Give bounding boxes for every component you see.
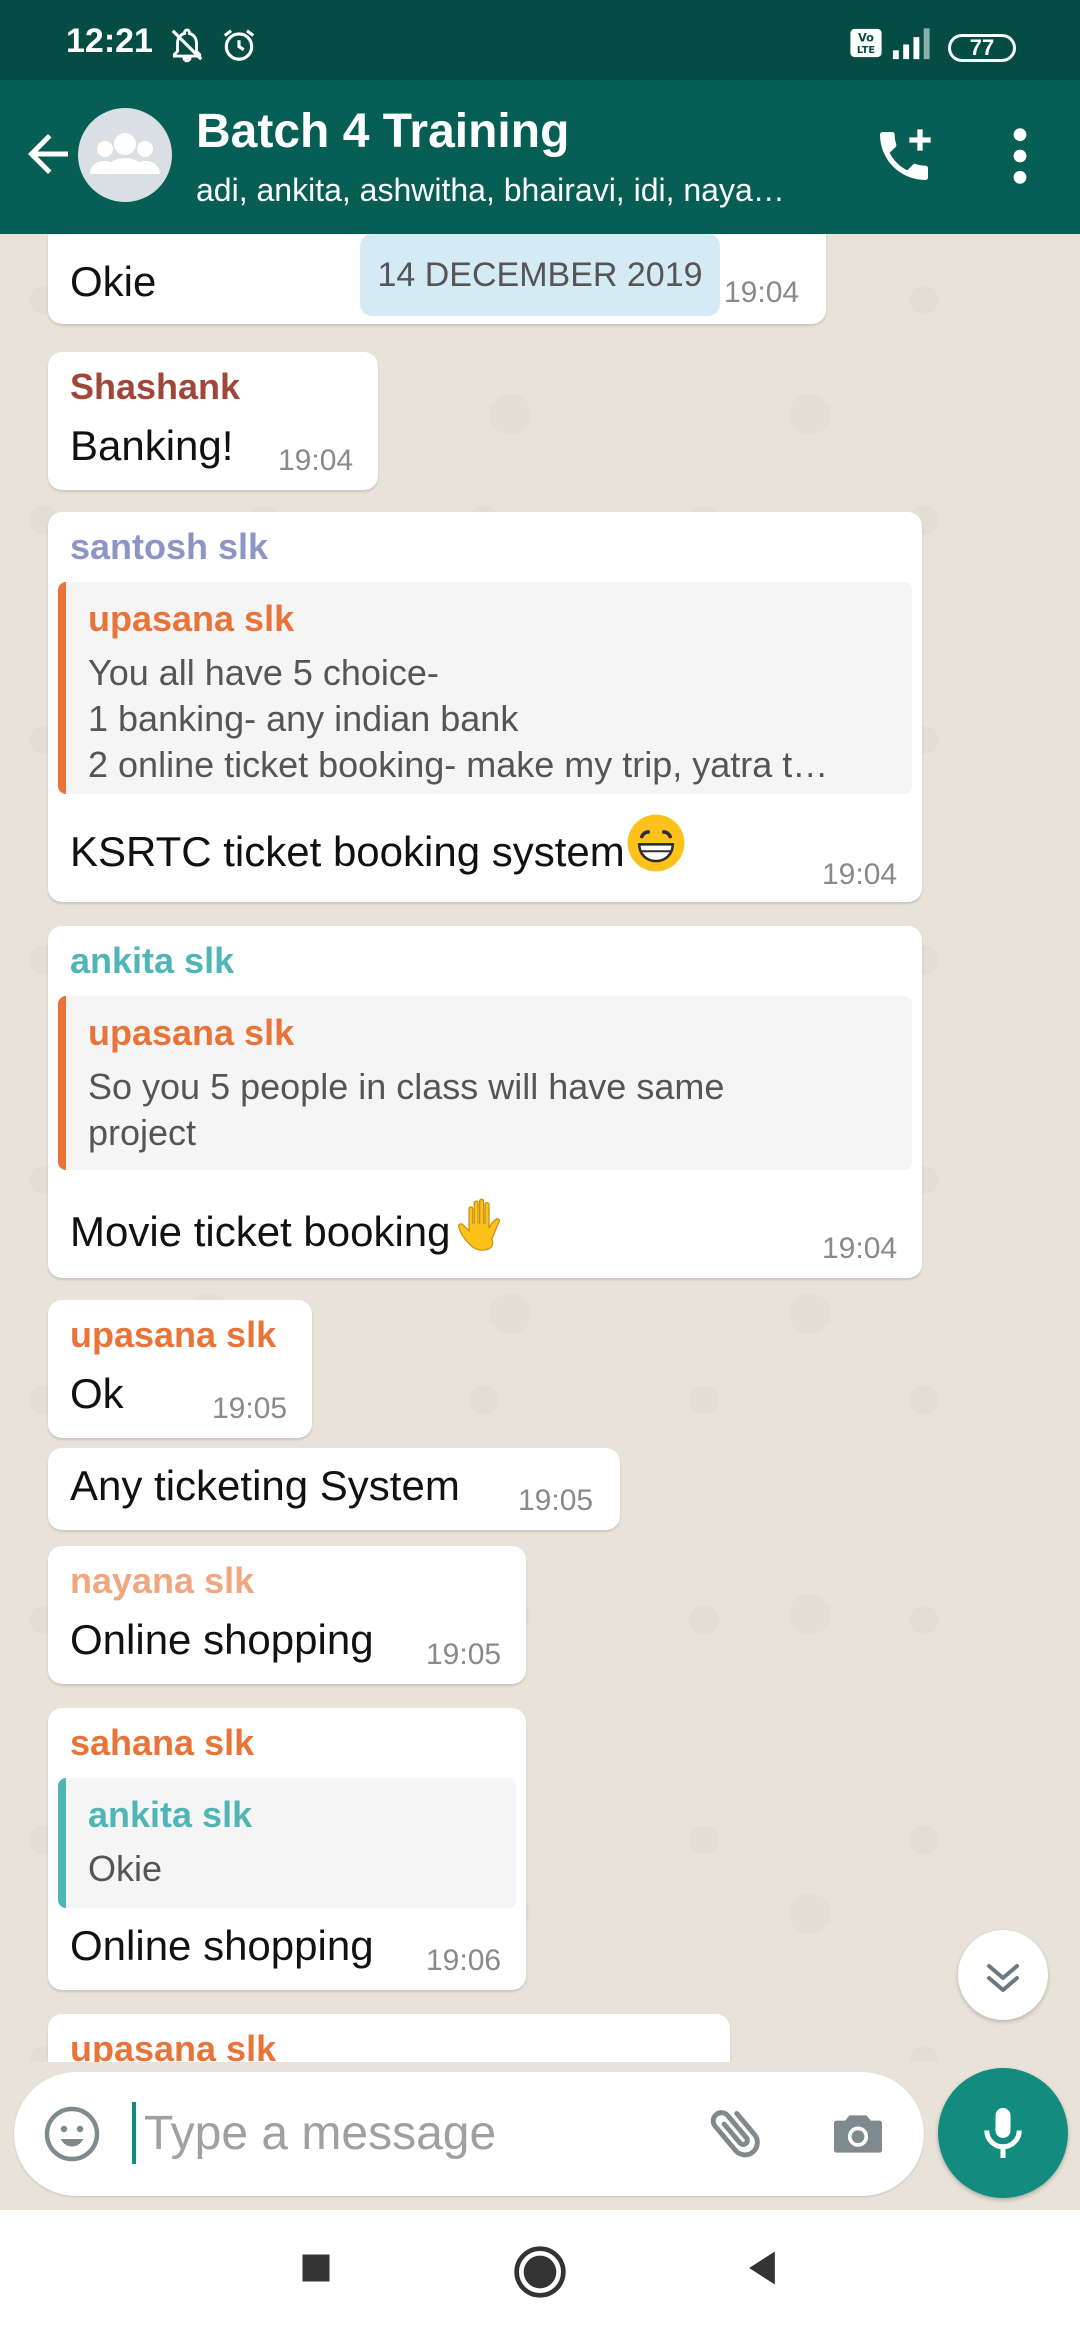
battery-level: 77 [969, 35, 995, 60]
chat-messages[interactable]: Okie 19:04 14 DECEMBER 2019 Shashank Ban… [0, 234, 1080, 2062]
text-cursor [132, 2102, 136, 2164]
message-time: 19:05 [518, 1484, 594, 1517]
date-chip: 14 DECEMBER 2019 [360, 234, 720, 316]
svg-text:Vo: Vo [858, 31, 874, 45]
message-time: 19:05 [212, 1392, 288, 1425]
message-bubble[interactable]: sahana slk ankita slk Okie Online shoppi… [48, 1708, 526, 1990]
message-sender[interactable]: ankita slk [70, 940, 234, 982]
message-bubble[interactable]: upasana slk Ok 19:05 [48, 1300, 312, 1438]
status-bar: 12:21 Vo LTE 77 [0, 0, 1080, 80]
back-nav-icon[interactable] [740, 2246, 784, 2290]
quote-bar [58, 996, 66, 1170]
scroll-down-button[interactable] [958, 1930, 1048, 2020]
message-text: Ok [70, 1370, 124, 1417]
back-arrow-icon[interactable] [18, 124, 78, 184]
message-bubble[interactable]: nayana slk Online shopping 19:05 [48, 1546, 526, 1684]
message-bubble[interactable]: Any ticketing System 19:05 [48, 1448, 620, 1530]
quote-sender: upasana slk [88, 1012, 295, 1053]
quote-sender: ankita slk [88, 1794, 253, 1835]
quoted-message[interactable]: upasana slk You all have 5 choice- 1 ban… [58, 582, 912, 794]
message-time: 19:04 [822, 1232, 898, 1265]
mic-icon [984, 2108, 1022, 2158]
message-sender[interactable]: upasana slk [70, 1314, 276, 1356]
message-time: 19:04 [724, 276, 800, 309]
quote-line: 1 banking- any indian bank [88, 698, 519, 739]
message-composer: Type a message [14, 2072, 924, 2196]
quote-line: Okie [88, 1848, 163, 1889]
volte-icon: Vo LTE [850, 28, 882, 58]
svg-text:LTE: LTE [857, 45, 875, 56]
message-time: 19:04 [278, 444, 354, 477]
attach-icon[interactable] [704, 2100, 770, 2166]
message-bubble[interactable]: santosh slk upasana slk You all have 5 c… [48, 512, 922, 902]
message-text: Online shopping [70, 1922, 374, 1969]
muted-bell-icon [171, 28, 203, 63]
message-input[interactable]: Type a message [144, 2106, 496, 2161]
quote-line: You all have 5 choice- [88, 652, 439, 693]
group-avatar-icon [90, 133, 160, 174]
quote-bar [58, 582, 66, 794]
chat-participants[interactable]: adi, ankita, ashwitha, bhairavi, idi, na… [196, 172, 836, 209]
message-text-content: KSRTC ticket booking system [70, 828, 625, 875]
camera-icon[interactable] [826, 2102, 890, 2166]
quote-bar [58, 1778, 66, 1908]
message-sender[interactable]: santosh slk [70, 526, 268, 568]
signal-icon [892, 28, 930, 60]
message-text: Banking! [70, 422, 234, 469]
message-sender[interactable]: upasana slk [70, 2028, 276, 2062]
message-time: 19:05 [426, 1638, 502, 1671]
alarm-icon [223, 29, 255, 61]
message-text-content: Movie ticket booking [70, 1208, 451, 1255]
message-time: 19:06 [426, 1944, 502, 1977]
battery-icon: 77 [948, 34, 1016, 62]
message-bubble[interactable]: Shashank Banking! 19:04 [48, 352, 378, 490]
chat-title[interactable]: Batch 4 Training [196, 104, 569, 159]
voice-message-button[interactable] [938, 2068, 1068, 2198]
chat-header: Batch 4 Training adi, ankita, ashwitha, … [0, 80, 1080, 234]
message-sender[interactable]: Shashank [70, 366, 240, 408]
more-vert-icon[interactable] [1000, 124, 1040, 188]
message-bubble[interactable]: ankita slk upasana slk So you 5 people i… [48, 926, 922, 1278]
message-text: Okie [70, 258, 157, 305]
message-time: 19:04 [822, 858, 898, 891]
quote-sender: upasana slk [88, 598, 295, 639]
emoji-icon[interactable] [42, 2104, 102, 2164]
system-nav-bar [0, 2210, 1080, 2340]
quoted-message[interactable]: ankita slk Okie [58, 1778, 516, 1908]
message-text: Online shopping [70, 1616, 374, 1663]
status-time: 12:21 [66, 22, 153, 60]
recents-icon[interactable] [298, 2250, 334, 2286]
quoted-message[interactable]: upasana slk So you 5 people in class wil… [58, 996, 912, 1170]
add-call-icon[interactable] [872, 124, 936, 188]
raised-hand-emoji-icon [457, 1198, 500, 1251]
home-icon[interactable] [512, 2244, 568, 2300]
message-text: Movie ticket booking [70, 1192, 513, 1256]
grinning-face-emoji-icon [627, 814, 685, 872]
message-bubble[interactable]: upasana slk [48, 2014, 730, 2062]
message-text: KSRTC ticket booking system [70, 812, 687, 876]
quote-line: So you 5 people in class will have same [88, 1066, 725, 1107]
message-sender[interactable]: sahana slk [70, 1722, 254, 1764]
quote-line: project [88, 1112, 197, 1153]
message-text: Any ticketing System [70, 1462, 460, 1509]
group-avatar[interactable] [78, 108, 172, 202]
scroll-down-icon [987, 1964, 1019, 1992]
message-sender[interactable]: nayana slk [70, 1560, 254, 1602]
quote-line: 2 online ticket booking- make my trip, y… [88, 744, 829, 785]
